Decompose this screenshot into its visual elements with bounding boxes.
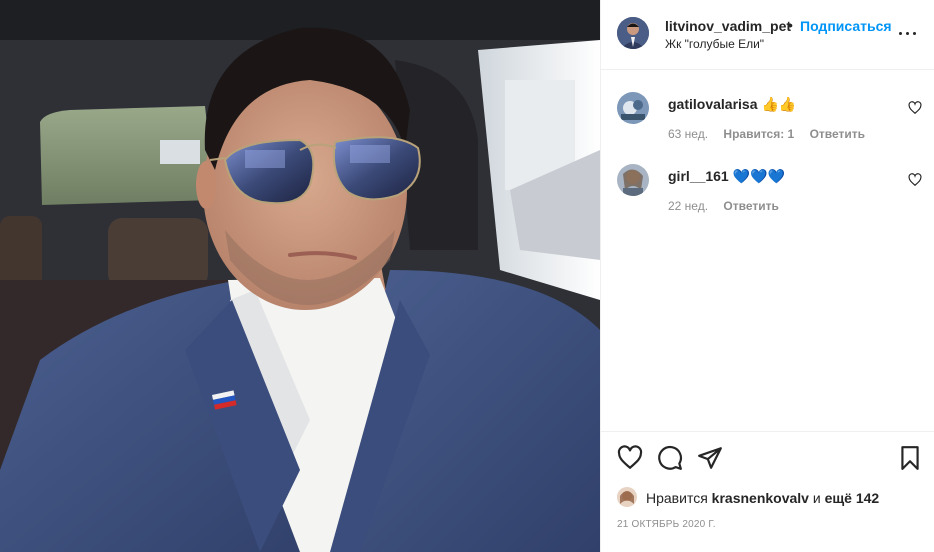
comment-heart-icon[interactable]: [908, 101, 922, 115]
comment-age[interactable]: 22 нед.: [668, 199, 708, 213]
send-icon[interactable]: [697, 445, 723, 471]
commenter-avatar[interactable]: [617, 164, 649, 196]
comment-heart-icon[interactable]: [908, 173, 922, 187]
post-location[interactable]: Жк "голубые Ели": [665, 37, 764, 51]
comment-likes[interactable]: Нравится: 1: [723, 127, 794, 141]
comment-age[interactable]: 63 нед.: [668, 127, 708, 141]
post-photo[interactable]: [0, 0, 600, 552]
comment-text: 👍👍: [761, 96, 797, 112]
comment-text: 💙💙💙: [732, 168, 786, 184]
reply-button[interactable]: Ответить: [810, 127, 865, 141]
likes-text: Нравится krasnenkovalv и ещё 142: [646, 490, 880, 506]
post-sidebar: litvinov_vadim_pet • Подписаться Жк "гол…: [600, 0, 934, 552]
liker-username[interactable]: krasnenkovalv: [712, 490, 809, 506]
author-username[interactable]: litvinov_vadim_pet: [665, 18, 791, 34]
bookmark-icon[interactable]: [897, 445, 923, 471]
comment-meta: 63 нед. Нравится: 1 Ответить: [668, 127, 877, 141]
selfie-in-car-image: [0, 0, 600, 552]
comment-username[interactable]: girl__161 💙💙💙: [668, 168, 785, 185]
comment-username[interactable]: gatilovalarisa 👍👍: [668, 96, 796, 113]
post-date[interactable]: 21 ОКТЯБРЬ 2020 Г.: [617, 519, 716, 530]
post-header: litvinov_vadim_pet • Подписаться Жк "гол…: [601, 0, 934, 70]
heart-icon[interactable]: [617, 445, 643, 471]
likes-others-link[interactable]: ещё 142: [825, 490, 880, 506]
comment-icon[interactable]: [657, 445, 683, 471]
comment-meta: 22 нед. Ответить: [668, 199, 791, 213]
section-divider: [601, 431, 934, 432]
header-separator: •: [788, 17, 793, 33]
commenter-avatar[interactable]: [617, 92, 649, 124]
reply-button[interactable]: Ответить: [723, 199, 778, 213]
more-options-icon[interactable]: [896, 25, 920, 41]
liker-avatar[interactable]: [617, 487, 637, 507]
follow-button[interactable]: Подписаться: [800, 18, 892, 34]
author-avatar[interactable]: [617, 17, 649, 49]
